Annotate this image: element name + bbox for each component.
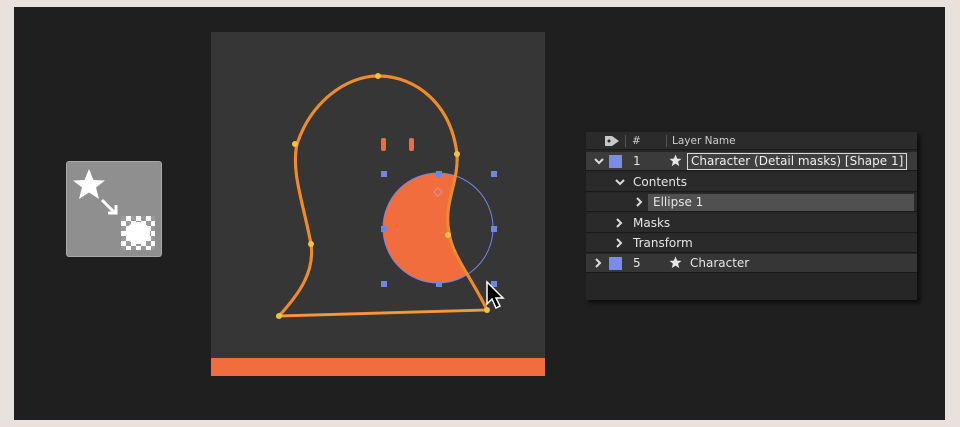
property-row-masks[interactable]: Masks [586, 214, 917, 233]
number-column-header[interactable]: # [632, 135, 641, 147]
layer-panel: # Layer Name 1 Character (Detail masks) … [586, 132, 917, 300]
canvas-artwork [275, 73, 505, 319]
layer-name[interactable]: Character [690, 256, 749, 270]
left-eye [381, 138, 386, 151]
timeline-accent-bar [211, 358, 545, 376]
chevron-right-icon[interactable] [634, 197, 644, 207]
layer-panel-header: # Layer Name [586, 132, 917, 150]
layer-row-5[interactable]: 5 Character [586, 254, 917, 273]
star-to-mask-icon [66, 161, 162, 257]
property-row-transform[interactable]: Transform [586, 234, 917, 253]
layer-label-color[interactable] [609, 155, 622, 168]
chevron-right-icon[interactable] [614, 218, 624, 228]
chevron-down-icon[interactable] [594, 156, 604, 166]
right-eye [409, 138, 414, 151]
layer-number: 1 [633, 154, 641, 168]
star-shape-icon [669, 154, 682, 170]
property-label: Transform [633, 236, 693, 250]
composition-canvas[interactable] [211, 32, 545, 376]
property-label: Contents [633, 175, 687, 189]
layer-name-input[interactable]: Character (Detail masks) [Shape 1] [687, 153, 908, 170]
tag-icon[interactable] [604, 134, 620, 151]
chevron-right-icon[interactable] [614, 238, 624, 248]
layer-label-color[interactable] [609, 257, 622, 270]
chevron-right-icon[interactable] [593, 258, 603, 268]
property-label: Masks [633, 216, 671, 230]
ellipse-1-label[interactable]: Ellipse 1 [648, 194, 914, 211]
layer-name-column-header[interactable]: Layer Name [672, 135, 736, 147]
ellipse-1-shape [383, 173, 487, 283]
star-shape-icon [669, 256, 682, 272]
layer-row-1[interactable]: 1 Character (Detail masks) [Shape 1] [586, 152, 917, 171]
property-row-ellipse-1[interactable]: Ellipse 1 [586, 193, 917, 212]
chevron-down-icon[interactable] [615, 177, 625, 187]
property-row-contents[interactable]: Contents [586, 173, 917, 192]
layer-number: 5 [633, 256, 641, 270]
